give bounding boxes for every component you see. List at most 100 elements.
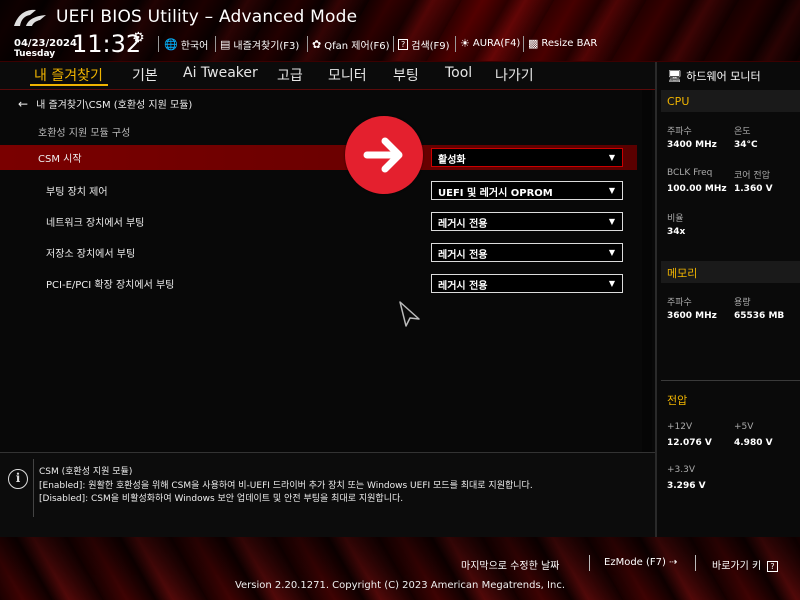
- rog-logo-icon: [14, 9, 46, 26]
- header-divider: [393, 36, 394, 52]
- aura-icon: ☀: [460, 37, 470, 50]
- menu-tab-main[interactable]: 기본: [132, 65, 158, 85]
- mem-cap-value: 65536 MB: [734, 311, 785, 321]
- search-help-icon: ?: [398, 39, 409, 50]
- bclk-value: 100.00 MHz: [667, 184, 727, 194]
- hotkeys-label: 바로가기 키: [712, 561, 762, 572]
- ratio-label: 비율: [667, 214, 684, 224]
- globe-icon: 🌐: [164, 38, 178, 51]
- select-value: 레거시 전용: [438, 281, 488, 292]
- clock-display[interactable]: 11:32: [72, 30, 141, 58]
- pcie-boot-select[interactable]: 레거시 전용 ▼: [431, 274, 623, 293]
- select-value: UEFI 및 레거시 OPROM: [438, 188, 553, 199]
- v5-label: +5V: [734, 422, 754, 432]
- header-divider: [455, 36, 456, 52]
- qfan-button[interactable]: ✿ Qfan 제어(F6): [312, 37, 390, 52]
- favorites-label: 내즐겨찾기(F3): [233, 41, 300, 52]
- header-divider: [523, 36, 524, 52]
- setting-label-storage-boot[interactable]: 저장소 장치에서 부팅: [46, 245, 135, 260]
- mem-freq-label: 주파수: [667, 298, 692, 308]
- menu-tab-boot[interactable]: 부팅: [393, 65, 419, 85]
- cpu-heading: CPU: [667, 95, 690, 108]
- v12-label: +12V: [667, 422, 693, 432]
- aura-button[interactable]: ☀ AURA(F4): [460, 37, 520, 50]
- last-modified-button[interactable]: 마지막으로 수정한 날짜: [461, 557, 559, 572]
- cpu-freq-value: 3400 MHz: [667, 140, 717, 150]
- select-value: 레거시 전용: [438, 250, 488, 261]
- back-arrow-icon[interactable]: ←: [18, 97, 28, 111]
- v12-value: 12.076 V: [667, 438, 712, 448]
- help-title: CSM (호환성 지원 모듈): [39, 467, 133, 477]
- resize-bar-button[interactable]: ▩ Resize BAR: [528, 37, 597, 50]
- aura-label: AURA(F4): [472, 38, 521, 49]
- v33-value: 3.296 V: [667, 481, 706, 491]
- setting-label-csm[interactable]: CSM 시작: [38, 150, 82, 165]
- footer-divider: [589, 555, 590, 571]
- v5-value: 4.980 V: [734, 438, 773, 448]
- language-label: 한국어: [180, 41, 209, 52]
- setting-label-pcie-boot[interactable]: PCI-E/PCI 확장 장치에서 부팅: [46, 276, 174, 291]
- help-box-icon: ?: [767, 561, 778, 572]
- breadcrumb: ← 내 즐겨찾기\CSM (호환성 지원 모듈): [18, 96, 193, 112]
- vcore-label: 코어 전압: [734, 171, 770, 181]
- window-title: UEFI BIOS Utility – Advanced Mode: [56, 7, 358, 27]
- right-arrow-icon: [363, 137, 403, 173]
- active-tab-underline: [30, 84, 108, 86]
- search-label: 검색(F9): [411, 41, 450, 52]
- header-divider: [158, 36, 159, 52]
- ezmode-label: EzMode (F7): [604, 557, 666, 568]
- csm-launch-select[interactable]: 활성화 ▼: [431, 148, 623, 167]
- chevron-down-icon: ▼: [608, 186, 615, 195]
- mem-cap-label: 용량: [734, 298, 751, 308]
- mouse-pointer-icon: [399, 301, 420, 327]
- help-panel: i CSM (호환성 지원 모듈) [Enabled]: 원활한 호환성을 위해…: [0, 452, 655, 537]
- monitor-icon: 🖥: [667, 69, 683, 83]
- scrollbar-track[interactable]: [642, 90, 652, 452]
- setting-label-network-boot[interactable]: 네트워크 장치에서 부팅: [46, 214, 144, 229]
- breadcrumb-path: 내 즐겨찾기\CSM (호환성 지원 모듈): [36, 100, 193, 111]
- hardware-monitor-panel: 🖥 하드웨어 모니터 CPU 주파수 온도 3400 MHz 34°C BCLK…: [655, 62, 800, 537]
- hotkeys-button[interactable]: 바로가기 키 ?: [712, 557, 778, 572]
- footer-divider: [695, 555, 696, 571]
- language-button[interactable]: 🌐 한국어: [164, 37, 208, 52]
- menu-tab-advanced[interactable]: 고급: [277, 65, 303, 85]
- menu-tab-monitor[interactable]: 모니터: [328, 65, 367, 85]
- boot-devices-control-select[interactable]: UEFI 및 레거시 OPROM ▼: [431, 181, 623, 200]
- select-value: 활성화: [438, 155, 466, 166]
- settings-panel: ← 내 즐겨찾기\CSM (호환성 지원 모듈) 호환성 지원 모듈 구성 CS…: [0, 90, 655, 452]
- select-value: 레거시 전용: [438, 219, 488, 230]
- menu-tab-tool[interactable]: Tool: [445, 65, 472, 81]
- memory-heading: 메모리: [667, 267, 698, 280]
- favorites-button[interactable]: ▤ 내즐겨찾기(F3): [220, 37, 299, 52]
- menu-tab-favorites[interactable]: 내 즐겨찾기: [34, 65, 103, 85]
- resize-bar-label: Resize BAR: [541, 38, 598, 49]
- section-title: 호환성 지원 모듈 구성: [38, 128, 131, 139]
- qfan-label: Qfan 제어(F6): [324, 41, 390, 52]
- bclk-label: BCLK Freq: [667, 168, 713, 178]
- cpu-temp-label: 온도: [734, 127, 751, 137]
- cpu-freq-label: 주파수: [667, 127, 692, 137]
- ezmode-button[interactable]: EzMode (F7) ⇢: [604, 557, 678, 568]
- footer-bar: 마지막으로 수정한 날짜 EzMode (F7) ⇢ 바로가기 키 ? Vers…: [0, 537, 800, 600]
- menu-tab-ai-tweaker[interactable]: Ai Tweaker: [183, 65, 258, 81]
- date-display: 04/23/2024: [14, 38, 77, 49]
- setting-label-boot-devices-control[interactable]: 부팅 장치 제어: [46, 183, 108, 198]
- menu-tab-exit[interactable]: 나가기: [495, 65, 534, 85]
- vcore-value: 1.360 V: [734, 184, 773, 194]
- monitor-divider: [661, 380, 800, 381]
- help-enabled-text: [Enabled]: 원활한 호환성을 위해 CSM을 사용하여 비-UEFI …: [39, 481, 533, 491]
- resize-bar-icon: ▩: [528, 37, 539, 50]
- ratio-value: 34x: [667, 227, 686, 237]
- header-bar: UEFI BIOS Utility – Advanced Mode 04/23/…: [0, 0, 800, 62]
- search-button[interactable]: ? 검색(F9): [398, 37, 450, 52]
- storage-boot-select[interactable]: 레거시 전용 ▼: [431, 243, 623, 262]
- favorites-icon: ▤: [220, 38, 231, 51]
- voltage-heading: 전압: [667, 394, 688, 407]
- network-boot-select[interactable]: 레거시 전용 ▼: [431, 212, 623, 231]
- header-divider: [215, 36, 216, 52]
- chevron-down-icon: ▼: [608, 248, 615, 257]
- cpu-temp-value: 34°C: [734, 140, 758, 150]
- gear-icon[interactable]: ⚙: [132, 30, 145, 46]
- arrow-annotation-icon: [345, 116, 423, 194]
- mem-freq-value: 3600 MHz: [667, 311, 717, 321]
